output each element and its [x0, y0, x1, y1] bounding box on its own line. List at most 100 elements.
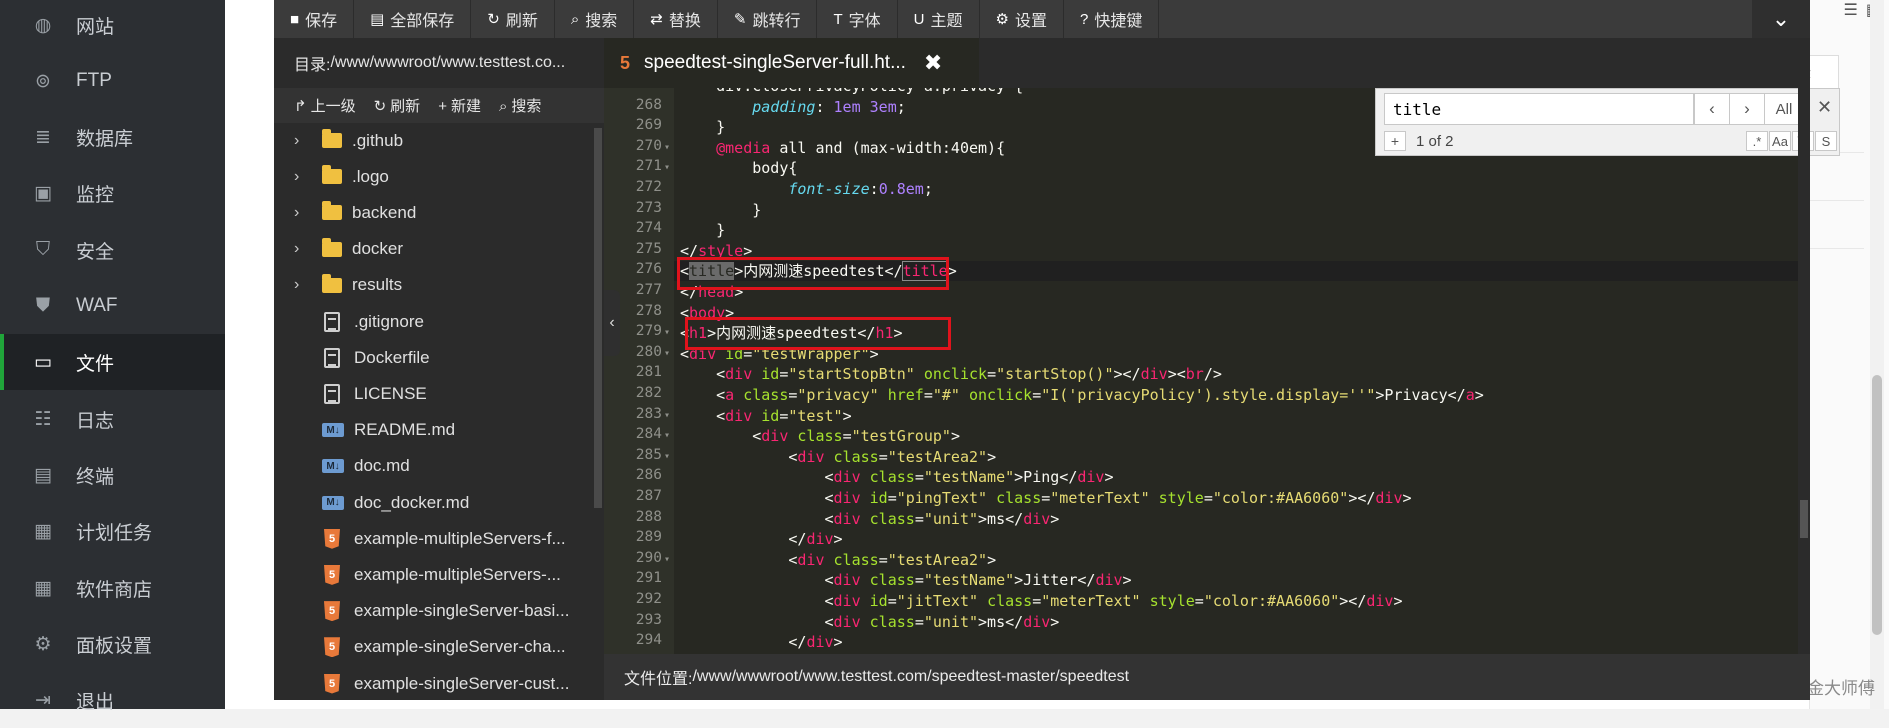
code-line[interactable]: </div>: [680, 632, 843, 652]
search-toggle-replace-button[interactable]: +: [1384, 131, 1406, 151]
file-action-button-0[interactable]: ↱上一级: [294, 95, 356, 116]
fold-toggle-icon[interactable]: ▾: [664, 554, 670, 565]
file-tab[interactable]: 5 speedtest-singleServer-full.ht... ✖: [604, 38, 979, 88]
file-action-button-2[interactable]: +新建: [438, 95, 481, 116]
directory-path[interactable]: /www/wwwroot/www.testtest.co...: [330, 54, 565, 72]
file-tree-scrollbar[interactable]: [592, 123, 604, 700]
file-tree-item[interactable]: ›backend: [274, 195, 592, 230]
code-area[interactable]: 267268269270▾271▾27227327427527627727827…: [604, 88, 1810, 654]
toolbar-button-label: 替换: [669, 7, 701, 31]
toolbar-button-6[interactable]: T字体: [817, 0, 897, 38]
file-tree-item[interactable]: 5example-multipleServers-...: [274, 557, 592, 592]
file-action-button-3[interactable]: ⌕搜索: [499, 95, 541, 116]
sidebar-item-2[interactable]: ≣数据库: [0, 109, 225, 165]
toolbar-button-1[interactable]: ▤全部保存: [354, 0, 471, 38]
fold-toggle-icon[interactable]: ▾: [664, 451, 670, 462]
toolbar-button-8[interactable]: ⚙设置: [980, 0, 1064, 38]
search-input[interactable]: [1384, 93, 1694, 125]
toolbar-button-4[interactable]: ⇄替换: [634, 0, 718, 38]
file-tree-item[interactable]: M↓doc.md: [274, 449, 592, 484]
page-scrollbar-thumb[interactable]: [1872, 375, 1882, 635]
code-line[interactable]: <div id="pingText" class="meterText" sty…: [680, 488, 1412, 508]
collapse-sidebar-handle[interactable]: ‹: [604, 290, 620, 356]
code-token: ;: [924, 180, 933, 198]
code-line[interactable]: <div id="test">: [680, 406, 852, 426]
regex-option-button[interactable]: .*: [1746, 131, 1768, 151]
code-line[interactable]: <div class="testGroup">: [680, 426, 960, 446]
code-line[interactable]: <div class="unit">ms</div>: [680, 509, 1059, 529]
page-scrollbar[interactable]: [1870, 0, 1884, 709]
file-tree-item[interactable]: LICENSE: [274, 376, 592, 411]
markdown-file-icon: M↓: [322, 459, 344, 473]
fold-toggle-icon[interactable]: ▾: [664, 162, 670, 173]
code-line[interactable]: <div id="startStopBtn" onclick="startSto…: [680, 364, 1222, 384]
file-tree-scrollbar-thumb[interactable]: [594, 128, 602, 508]
sidebar-item-8[interactable]: ▤终端: [0, 447, 225, 503]
code-scrollbar-thumb[interactable]: [1800, 500, 1808, 538]
sidebar-item-9[interactable]: ▦计划任务: [0, 503, 225, 559]
view-list-icon[interactable]: ☰: [1844, 0, 1858, 22]
fold-toggle-icon[interactable]: ▾: [664, 430, 670, 441]
file-tree-item[interactable]: 5example-singleServer-cha...: [274, 630, 592, 665]
code-line[interactable]: <div class="testArea2">: [680, 447, 996, 467]
file-tree-item[interactable]: ›docker: [274, 232, 592, 267]
code-line[interactable]: <div id="jitText" class="meterText" styl…: [680, 591, 1403, 611]
code-line[interactable]: <div class="testName">Ping</div>: [680, 467, 1114, 487]
toolbar-button-7[interactable]: U主题: [898, 0, 980, 38]
file-tree-item[interactable]: 5example-multipleServers-f...: [274, 521, 592, 556]
code-line[interactable]: @media all and (max-width:40em){: [680, 138, 1005, 158]
sidebar-item-5[interactable]: ⛊WAF: [0, 278, 225, 334]
code-token: <: [680, 365, 725, 383]
sidebar-item-3[interactable]: ▣监控: [0, 165, 225, 221]
sidebar-item-1[interactable]: ⊚FTP: [0, 53, 225, 109]
fold-toggle-icon[interactable]: ▾: [664, 142, 670, 153]
code-token: :: [815, 98, 833, 116]
toolbar-button-2[interactable]: ↻刷新: [471, 0, 555, 38]
code-line[interactable]: body{: [680, 158, 797, 178]
code-token: "meterText": [1041, 592, 1140, 610]
fold-toggle-icon[interactable]: ▾: [664, 348, 670, 359]
case-sensitive-option-button[interactable]: Aa: [1769, 131, 1791, 151]
close-icon[interactable]: ✕: [1817, 97, 1832, 118]
code-line[interactable]: }: [680, 117, 725, 137]
file-tree-item[interactable]: M↓doc_docker.md: [274, 485, 592, 520]
sidebar-item-0[interactable]: ◍网站: [0, 0, 225, 53]
code-line[interactable]: font-size:0.8em;: [680, 179, 933, 199]
code-line[interactable]: <div class="testArea2">: [680, 550, 996, 570]
code-line[interactable]: }: [680, 220, 725, 240]
code-scrollbar[interactable]: [1798, 88, 1810, 654]
file-tree-item[interactable]: .gitignore: [274, 304, 592, 339]
sidebar-item-4[interactable]: ⛉安全: [0, 222, 225, 278]
file-tree-item[interactable]: ›.github: [274, 123, 592, 158]
file-action-button-1[interactable]: ↻刷新: [374, 95, 421, 116]
code-line[interactable]: </div>: [680, 529, 843, 549]
toolbar-button-0[interactable]: ■保存: [274, 0, 354, 38]
code-line[interactable]: }: [680, 200, 761, 220]
file-tree-item[interactable]: 5example-singleServer-cust...: [274, 666, 592, 700]
close-tab-icon[interactable]: ✖: [924, 50, 942, 76]
sidebar-item-10[interactable]: ▦软件商店: [0, 560, 225, 616]
collapse-toolbar-button[interactable]: ⌄: [1752, 0, 1810, 38]
fold-toggle-icon[interactable]: ▾: [664, 327, 670, 338]
file-tree-item[interactable]: Dockerfile: [274, 340, 592, 375]
toolbar-button-9[interactable]: ?快捷键: [1064, 0, 1159, 38]
code-line[interactable]: <div class="unit">ms</div>: [680, 612, 1059, 632]
code-line[interactable]: div.closePrivacyPolicy a.privacy {: [680, 88, 1023, 96]
search-prev-button[interactable]: ‹: [1694, 93, 1730, 125]
file-tree-item[interactable]: M↓README.md: [274, 413, 592, 448]
sidebar-item-7[interactable]: ☷日志: [0, 391, 225, 447]
code-line[interactable]: padding: 1em 3em;: [680, 97, 906, 117]
file-tree-item[interactable]: 5example-singleServer-basi...: [274, 594, 592, 629]
file-tree-item[interactable]: ›results: [274, 268, 592, 303]
toolbar-button-3[interactable]: ⌕搜索: [555, 0, 634, 38]
sidebar-item-12[interactable]: ⇥退出: [0, 672, 225, 728]
sidebar-item-6[interactable]: ▭文件: [0, 334, 225, 390]
fold-toggle-icon[interactable]: ▾: [664, 410, 670, 421]
code-line[interactable]: <div class="testName">Jitter</div>: [680, 570, 1132, 590]
toolbar-button-5[interactable]: ✎跳转行: [718, 0, 818, 38]
file-tree-item[interactable]: ›.logo: [274, 159, 592, 194]
sidebar-item-11[interactable]: ⚙面板设置: [0, 616, 225, 672]
search-in-selection-option-button[interactable]: S: [1815, 131, 1837, 151]
search-next-button[interactable]: ›: [1729, 93, 1765, 125]
code-line[interactable]: <a class="privacy" href="#" onclick="I('…: [680, 385, 1484, 405]
